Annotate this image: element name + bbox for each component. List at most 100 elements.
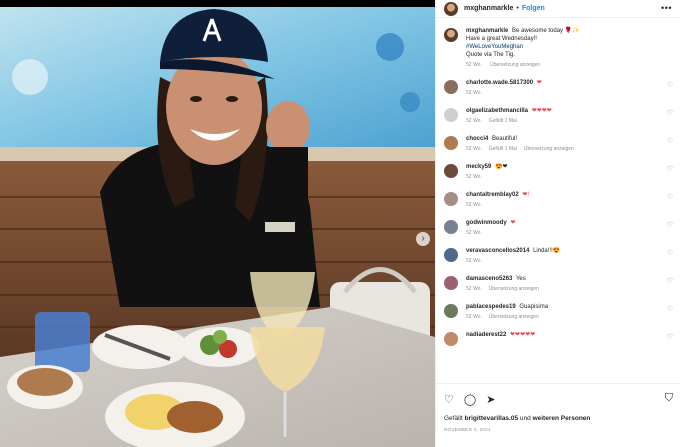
comment-row: chocci4 Beautiful! 52 Wo. Gefällt 1 Mal Üb… bbox=[444, 135, 673, 152]
comment-username[interactable]: mecky59 bbox=[466, 164, 491, 170]
comment-username[interactable]: olgaelizabethmancilla bbox=[466, 108, 528, 114]
comment-body: veravasconcellos2014 Linda!!!😍 52 Wo. bbox=[466, 247, 673, 264]
comment-translate[interactable]: Übersetzung anzeigen bbox=[489, 314, 539, 320]
comment-time[interactable]: 52 Wo. bbox=[466, 90, 482, 96]
comment-avatar[interactable] bbox=[444, 276, 458, 290]
comment-row: mecky59 😍❤ 52 Wo. ♡ bbox=[444, 163, 673, 180]
author-username[interactable]: mxghanmarkle bbox=[464, 5, 513, 12]
more-options-icon[interactable]: ••• bbox=[661, 3, 672, 13]
comment-username[interactable]: godwinmoody bbox=[466, 220, 507, 226]
comment-time[interactable]: 52 Wo. bbox=[466, 230, 482, 236]
comments-list[interactable]: mxghanmarkle Be awesome today 🌹✨ Have a … bbox=[436, 19, 680, 383]
likes-summary: Gefällt brigittevarillas.05 und weiteren… bbox=[444, 415, 673, 422]
comment-avatar[interactable] bbox=[444, 164, 458, 178]
comment-body: mecky59 😍❤ 52 Wo. bbox=[466, 163, 673, 180]
comment-text: pablacespedes19 Guapisima bbox=[466, 303, 659, 311]
post-photo[interactable]: › bbox=[0, 7, 435, 447]
like-comment-heart-icon[interactable]: ♡ bbox=[667, 277, 673, 285]
like-comment-heart-icon[interactable]: ♡ bbox=[667, 305, 673, 313]
bookmark-icon[interactable]: ⛉ bbox=[665, 392, 673, 405]
comment-message: Guapisima bbox=[519, 304, 549, 310]
comment-username[interactable]: veravasconcellos2014 bbox=[466, 248, 529, 254]
comment-body: godwinmoody ❤ 52 Wo. bbox=[466, 219, 673, 236]
comment-row: pablacespedes19 Guapisima 52 Wo. Übersetz… bbox=[444, 303, 673, 320]
comment-translate[interactable]: Übersetzung anzeigen bbox=[489, 286, 539, 292]
caption-translate[interactable]: Übersetzung anzeigen bbox=[490, 62, 540, 68]
comment-avatar[interactable] bbox=[444, 304, 458, 318]
caption: mxghanmarkle Be awesome today 🌹✨ Have a … bbox=[444, 27, 673, 68]
comment-avatar[interactable] bbox=[444, 192, 458, 206]
comment-username[interactable]: charlotte.wade.5817300 bbox=[466, 80, 533, 86]
like-comment-heart-icon[interactable]: ♡ bbox=[667, 109, 673, 117]
liked-by-user[interactable]: brigittevarillas.05 bbox=[465, 415, 518, 422]
comment-time[interactable]: 52 Wo. bbox=[466, 174, 482, 180]
post-actions: ♡ ◯ ➤ ⛉ Gefällt brigittevarillas.05 und … bbox=[436, 383, 680, 447]
post-date[interactable]: NOVEMBER 3, 2021 bbox=[444, 427, 673, 432]
comment-username[interactable]: chocci4 bbox=[466, 136, 488, 142]
comment-time[interactable]: 52 Wo. bbox=[466, 202, 482, 208]
comment-text: chocci4 Beautiful! bbox=[466, 135, 659, 143]
paper-plane-icon[interactable]: ➤ bbox=[486, 393, 495, 406]
comment-avatar[interactable] bbox=[444, 136, 458, 150]
comment-message: 😍❤ bbox=[495, 164, 508, 170]
like-comment-heart-icon[interactable]: ♡ bbox=[667, 221, 673, 229]
comment-avatar[interactable] bbox=[444, 220, 458, 234]
instagram-post-view: › mxghanmarkle • Folgen ••• mxghanmarkle… bbox=[0, 0, 680, 447]
follow-button[interactable]: Folgen bbox=[522, 5, 545, 12]
like-comment-heart-icon[interactable]: ♡ bbox=[667, 165, 673, 173]
comment-avatar[interactable] bbox=[444, 248, 458, 262]
comment-time[interactable]: 52 Wo. bbox=[466, 146, 482, 152]
comment-meta: 52 Wo. bbox=[466, 230, 659, 236]
liked-by-others[interactable]: weiteren Personen bbox=[533, 415, 591, 422]
comment-avatar[interactable] bbox=[444, 80, 458, 94]
comment-message: ❤ bbox=[536, 80, 542, 86]
author-avatar[interactable] bbox=[444, 1, 458, 16]
heart-outline-icon[interactable]: ♡ bbox=[444, 393, 454, 406]
comment-body: damasceno5263 Yes 52 Wo. Übersetzung anze… bbox=[466, 275, 673, 292]
like-comment-heart-icon[interactable]: ♡ bbox=[667, 333, 673, 341]
comment-row: chantaltremblay02 ❤! 52 Wo. ♡ bbox=[444, 191, 673, 208]
caption-avatar[interactable] bbox=[444, 28, 458, 42]
comment-time[interactable]: 52 Wo. bbox=[466, 118, 482, 124]
comment-bubble-icon[interactable]: ◯ bbox=[464, 393, 476, 406]
comment-time[interactable]: 52 Wo. bbox=[466, 314, 482, 320]
comment-meta: 52 Wo. Übersetzung anzeigen bbox=[466, 286, 659, 292]
caption-time[interactable]: 52 Wo. bbox=[466, 62, 482, 68]
comment-username[interactable]: pablacespedes19 bbox=[466, 304, 516, 310]
comment-time[interactable]: 52 Wo. bbox=[466, 258, 482, 264]
comment-meta: 52 Wo. Gefällt 1 Mal Übersetzung anzeigen bbox=[466, 146, 659, 152]
comment-row: olgaelizabethmancilla ❤❤❤❤ 52 Wo. Gefällt… bbox=[444, 107, 673, 124]
comment-meta: 52 Wo. bbox=[466, 174, 659, 180]
comment-text: chantaltremblay02 ❤! bbox=[466, 191, 659, 199]
like-comment-heart-icon[interactable]: ♡ bbox=[667, 81, 673, 89]
caption-username[interactable]: mxghanmarkle bbox=[466, 28, 508, 34]
comment-message: ❤❤❤❤ bbox=[531, 108, 552, 114]
like-comment-heart-icon[interactable]: ♡ bbox=[667, 137, 673, 145]
comment-avatar[interactable] bbox=[444, 108, 458, 122]
comment-body: pablacespedes19 Guapisima 52 Wo. Übersetz… bbox=[466, 303, 673, 320]
likes-middle: und bbox=[519, 415, 531, 422]
caption-line: Have a great Wednesday!! bbox=[466, 36, 537, 42]
comment-row: godwinmoody ❤ 52 Wo. ♡ bbox=[444, 219, 673, 236]
comment-message: Beautiful! bbox=[492, 136, 518, 142]
chevron-right-icon[interactable]: › bbox=[416, 232, 430, 246]
caption-hashtag[interactable]: #WeLoveYouMeghan bbox=[466, 44, 523, 50]
comment-time[interactable]: 52 Wo. bbox=[466, 286, 482, 292]
caption-meta: 52 Wo. Übersetzung anzeigen bbox=[466, 62, 659, 68]
comment-body: nadiaderest22 ❤❤❤❤❤ bbox=[466, 331, 673, 346]
comment-username[interactable]: chantaltremblay02 bbox=[466, 192, 519, 198]
comment-message: ❤❤❤❤❤ bbox=[510, 332, 536, 338]
comment-message: ❤ bbox=[510, 220, 516, 226]
comment-likes[interactable]: Gefällt 1 Mal bbox=[489, 146, 517, 152]
comment-username[interactable]: damasceno5263 bbox=[466, 276, 512, 282]
like-comment-heart-icon[interactable]: ♡ bbox=[667, 249, 673, 257]
comment-text: veravasconcellos2014 Linda!!!😍 bbox=[466, 247, 659, 255]
like-comment-heart-icon[interactable]: ♡ bbox=[667, 193, 673, 201]
comment-avatar[interactable] bbox=[444, 332, 458, 346]
comment-meta: 52 Wo. bbox=[466, 202, 659, 208]
comment-translate[interactable]: Übersetzung anzeigen bbox=[524, 146, 574, 152]
comment-body: charlotte.wade.5817300 ❤ 52 Wo. bbox=[466, 79, 673, 96]
comment-username[interactable]: nadiaderest22 bbox=[466, 332, 506, 338]
comment-body: olgaelizabethmancilla ❤❤❤❤ 52 Wo. Gefällt… bbox=[466, 107, 673, 124]
comment-likes[interactable]: Gefällt 1 Mal bbox=[489, 118, 517, 124]
